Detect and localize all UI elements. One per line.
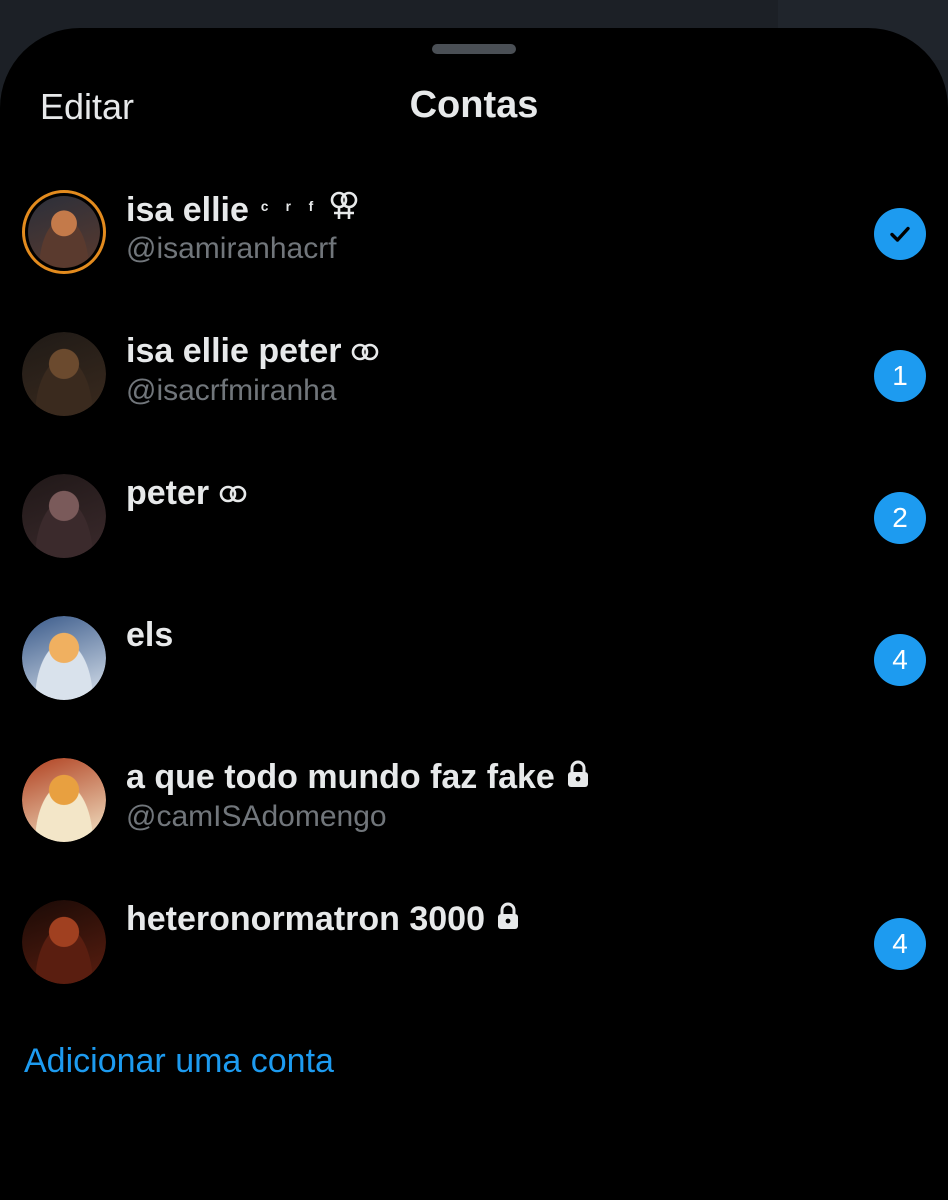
avatar: [22, 900, 106, 984]
avatar-image: [22, 332, 106, 416]
account-name: isa ellie ᶜ ʳ ᶠ: [126, 190, 359, 231]
add-account-link[interactable]: Adicionar uma conta: [24, 1042, 334, 1081]
avatar: [22, 474, 106, 558]
account-name-text: a que todo mundo faz fake: [126, 758, 555, 796]
account-name: isa ellie peter: [126, 332, 379, 371]
accounts-sheet: Editar Contas isa ellie ᶜ ʳ ᶠ @isamiranh…: [0, 28, 948, 1200]
rings-icon: [219, 474, 247, 513]
account-name: peter: [126, 474, 247, 513]
avatar-image: [22, 900, 106, 984]
account-name-text: isa ellie: [126, 191, 249, 229]
notification-badge: 4: [874, 634, 926, 686]
account-row[interactable]: isa ellie ᶜ ʳ ᶠ @isamiranhacrf: [0, 170, 948, 290]
avatar: [22, 758, 106, 842]
account-name: els: [126, 616, 173, 655]
account-row[interactable]: els 4: [0, 596, 948, 716]
account-handle: @camISAdomengo: [126, 800, 387, 833]
account-name-text: isa ellie peter: [126, 332, 342, 370]
account-name: heteronormatron 3000: [126, 900, 521, 939]
avatar-image: [28, 196, 100, 268]
account-handle: @isamiranhacrf: [126, 232, 337, 265]
lock-icon: [495, 900, 521, 939]
account-row[interactable]: heteronormatron 3000 4: [0, 880, 948, 1000]
account-handle: @isacrfmiranha: [126, 374, 337, 407]
avatar-image: [22, 758, 106, 842]
account-name-text: peter: [126, 474, 210, 512]
rings-icon: [351, 332, 379, 371]
lock-icon: [565, 758, 591, 797]
avatar-image: [22, 616, 106, 700]
avatar: [22, 190, 106, 274]
account-row[interactable]: peter 2: [0, 454, 948, 574]
account-row[interactable]: isa ellie peter @isacrfmiranha 1: [0, 312, 948, 432]
notification-badge: 4: [874, 918, 926, 970]
notification-badge: 1: [874, 350, 926, 402]
selected-check-icon: [874, 208, 926, 260]
account-row[interactable]: a que todo mundo faz fake @camISAdomengo: [0, 738, 948, 858]
avatar: [22, 616, 106, 700]
female-couple-symbol-icon: [329, 190, 359, 231]
avatar-image: [22, 474, 106, 558]
sheet-title: Contas: [409, 84, 539, 126]
account-name: a que todo mundo faz fake: [126, 758, 591, 797]
notification-badge: 2: [874, 492, 926, 544]
avatar: [22, 332, 106, 416]
account-name-text: els: [126, 616, 174, 654]
account-name-suffix: ᶜ ʳ ᶠ: [260, 199, 320, 221]
sheet-grabber[interactable]: [432, 44, 516, 54]
account-name-text: heteronormatron 3000: [126, 900, 485, 938]
